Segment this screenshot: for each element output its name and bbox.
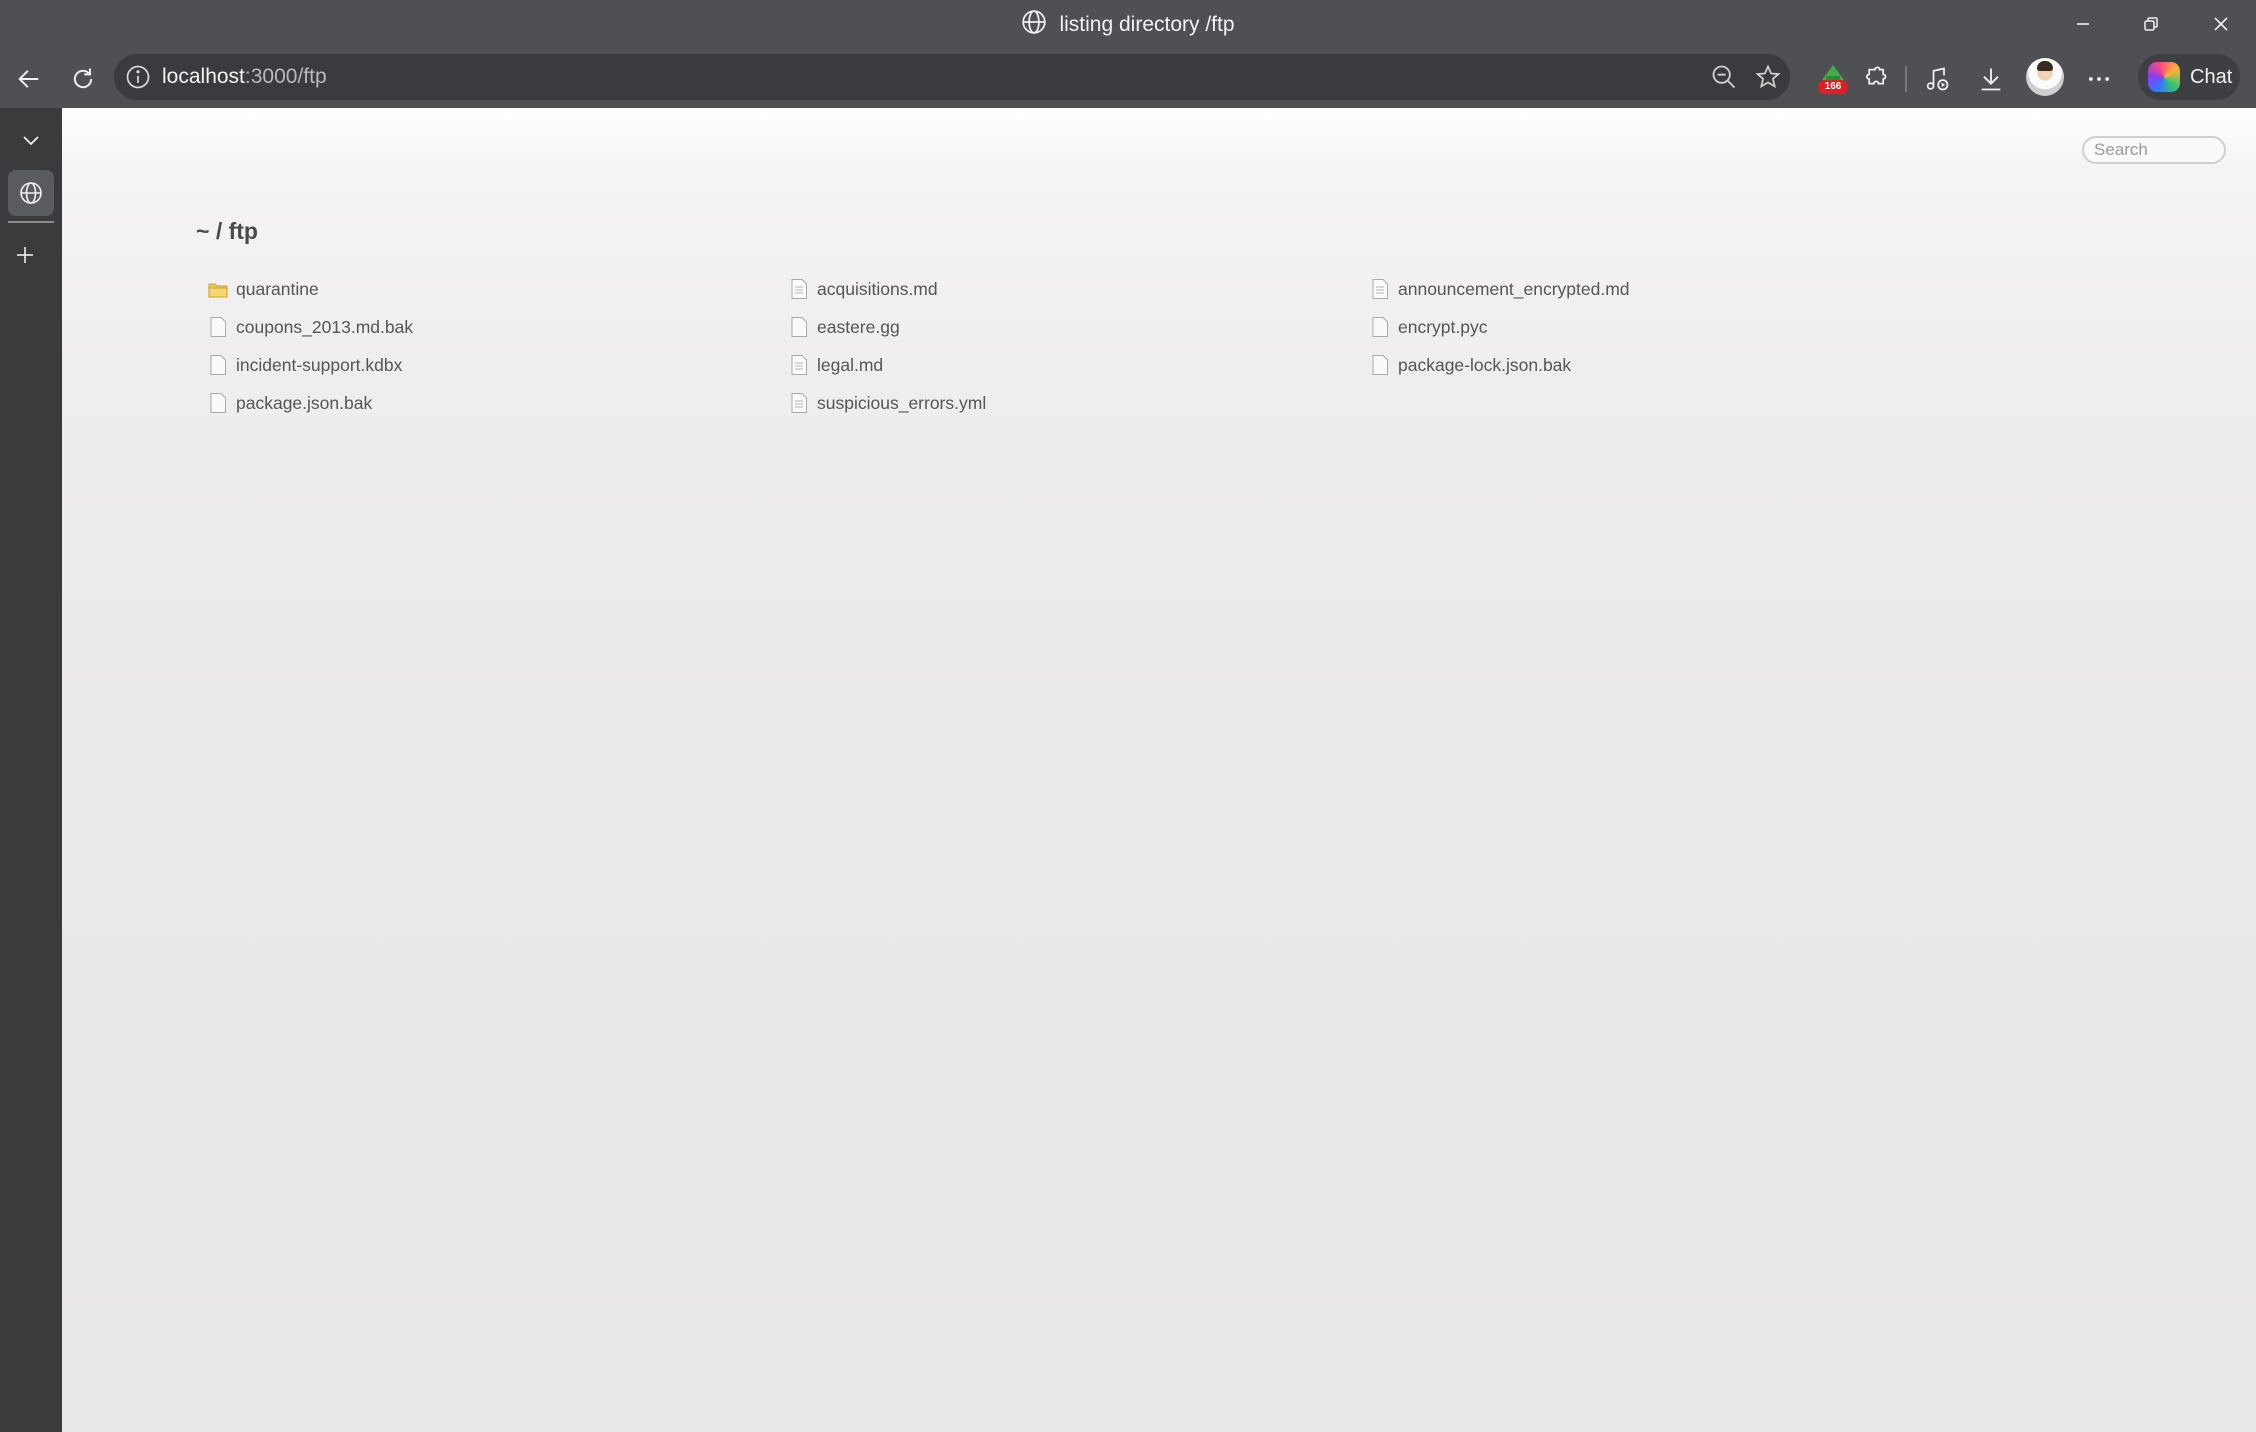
profile-avatar[interactable] — [2026, 58, 2064, 96]
restore-button[interactable] — [2116, 0, 2186, 48]
file-icon — [1372, 317, 1388, 337]
ellipsis-icon — [2088, 77, 2110, 81]
media-control-button[interactable] — [1914, 56, 1960, 102]
chat-label: Chat — [2190, 65, 2233, 88]
downloads-button[interactable] — [1968, 56, 2014, 102]
file-icon-wrap — [789, 316, 809, 338]
plus-icon — [17, 247, 33, 263]
file-name: package.json.bak — [236, 392, 373, 413]
zoom-out-icon[interactable] — [1710, 63, 1738, 91]
file-icon-wrap — [208, 316, 228, 338]
file-link[interactable]: legal.md — [789, 348, 883, 382]
text-file-icon — [791, 279, 807, 299]
folder-link[interactable]: quarantine — [208, 272, 319, 306]
vertical-tab-sidebar — [0, 108, 61, 1432]
file-icon-wrap — [789, 354, 809, 376]
globe-icon — [1021, 9, 1047, 41]
more-menu-button[interactable] — [2076, 56, 2122, 102]
file-name: quarantine — [236, 278, 319, 299]
text-file-icon — [791, 393, 807, 413]
extension-badge-button[interactable]: 166 — [1818, 62, 1848, 94]
file-link[interactable]: suspicious_errors.yml — [789, 386, 986, 420]
file-icon-wrap — [1370, 354, 1390, 376]
new-tab-button[interactable] — [2, 232, 48, 278]
copilot-chat-button[interactable]: Chat — [2138, 54, 2240, 100]
music-play-icon — [1926, 67, 1949, 91]
search-input[interactable] — [2082, 136, 2226, 164]
extensions-button[interactable] — [1852, 56, 1898, 102]
file-name: package-lock.json.bak — [1398, 354, 1572, 375]
file-name: incident-support.kdbx — [236, 354, 403, 375]
file-name: eastere.gg — [817, 316, 900, 337]
browser-toolbar: localhost:3000/ftp 166 Chat — [0, 50, 2256, 108]
file-name: acquisitions.md — [817, 278, 938, 299]
file-icon — [1372, 355, 1388, 375]
page-content: ~ / ftp quarantine acquisitions.md announc… — [62, 108, 2256, 1432]
info-icon[interactable] — [124, 63, 152, 91]
arrow-left-icon — [18, 70, 39, 88]
file-link[interactable]: acquisitions.md — [789, 272, 938, 306]
file-icon-wrap — [1370, 316, 1390, 338]
file-icon — [210, 317, 226, 337]
window-title-area: listing directory /ftp — [0, 0, 2256, 50]
refresh-button[interactable] — [60, 56, 106, 102]
close-button[interactable] — [2186, 0, 2256, 48]
restore-icon — [2144, 17, 2158, 31]
download-icon — [1981, 68, 2001, 91]
minimize-button[interactable] — [2048, 0, 2118, 48]
file-name: encrypt.pyc — [1398, 316, 1488, 337]
file-link[interactable]: coupons_2013.md.bak — [208, 310, 413, 344]
extension-badge-count: 166 — [1818, 80, 1848, 94]
url-host: localhost — [162, 65, 245, 88]
file-icon-wrap — [789, 392, 809, 414]
copilot-icon — [2148, 62, 2180, 92]
back-button[interactable] — [6, 56, 52, 102]
file-icon-wrap — [208, 354, 228, 376]
file-icon — [210, 393, 226, 413]
file-icon — [210, 355, 226, 375]
minimize-icon — [2077, 23, 2089, 25]
file-name: legal.md — [817, 354, 884, 375]
file-icon-wrap — [208, 392, 228, 414]
url-text[interactable]: localhost:3000/ftp — [162, 54, 327, 100]
address-bar[interactable]: localhost:3000/ftp — [114, 54, 1790, 100]
file-name: coupons_2013.md.bak — [236, 316, 414, 337]
file-link[interactable]: announcement_encrypted.md — [1370, 272, 1630, 306]
file-icon-wrap — [1370, 278, 1390, 300]
file-link[interactable]: eastere.gg — [789, 310, 900, 344]
folder-icon — [208, 283, 228, 298]
file-icon-wrap — [789, 278, 809, 300]
globe-icon — [20, 182, 42, 204]
chevron-down-icon — [23, 136, 39, 146]
file-link[interactable]: encrypt.pyc — [1370, 310, 1487, 344]
file-link[interactable]: package-lock.json.bak — [1370, 348, 1571, 382]
refresh-icon — [73, 68, 93, 89]
url-path: :3000/ftp — [244, 65, 327, 88]
puzzle-icon — [1865, 66, 1887, 85]
sidebar-divider — [8, 221, 54, 223]
text-file-icon — [791, 355, 807, 375]
file-name: announcement_encrypted.md — [1398, 278, 1630, 299]
close-icon — [2214, 17, 2228, 31]
toolbar-divider — [1905, 66, 1907, 92]
title-bar: listing directory /ftp — [0, 0, 2256, 50]
text-file-icon — [1372, 279, 1388, 299]
active-tab[interactable] — [8, 170, 54, 216]
tab-actions-button[interactable] — [8, 117, 54, 163]
window-title: listing directory /ftp — [1059, 13, 1235, 36]
file-icon — [791, 317, 807, 337]
folder-icon-wrap — [208, 278, 228, 300]
file-link[interactable]: package.json.bak — [208, 386, 372, 420]
file-name: suspicious_errors.yml — [817, 392, 987, 413]
star-icon[interactable] — [1754, 63, 1782, 91]
file-link[interactable]: incident-support.kdbx — [208, 348, 402, 382]
breadcrumb: ~ / ftp — [196, 218, 258, 244]
